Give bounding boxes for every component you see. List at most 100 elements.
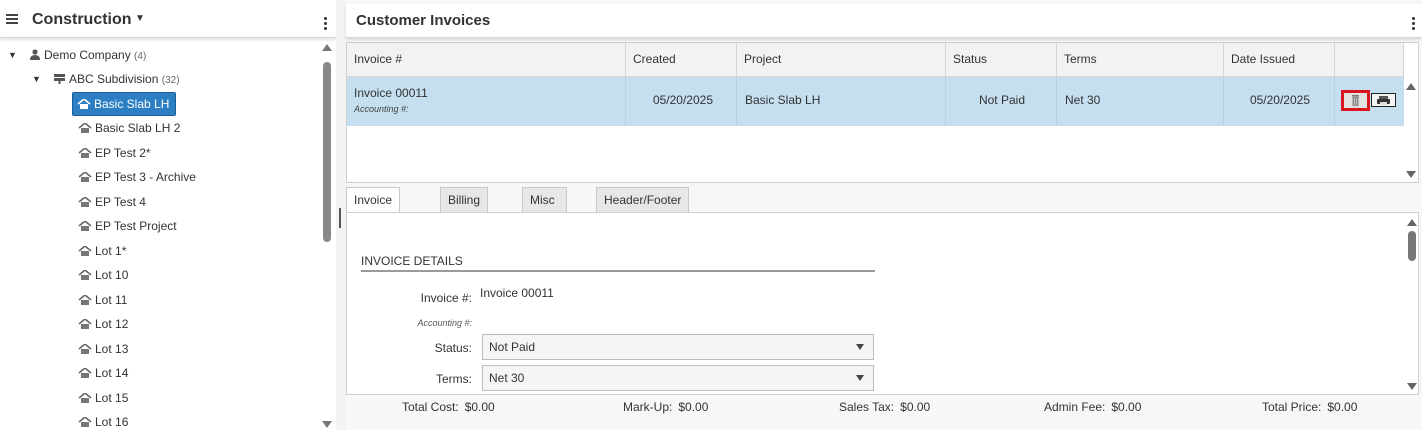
delete-invoice-button[interactable] <box>1341 90 1370 111</box>
total-cost-label: Total Cost: <box>402 400 459 414</box>
house-icon <box>78 368 92 378</box>
scroll-down-icon[interactable] <box>1406 171 1416 178</box>
tree-node-basic-slab-lh-2[interactable]: Basic Slab LH 2 <box>78 117 180 139</box>
tree-panel-header: Construction ▼ <box>0 4 336 38</box>
tree-node-label: Lot 1* <box>95 244 127 258</box>
invoices-panel-header: Customer Invoices <box>346 4 1422 38</box>
status-value: Not Paid <box>978 93 1025 107</box>
scroll-up-icon[interactable] <box>1406 83 1416 90</box>
house-icon <box>78 393 92 403</box>
scroll-down-icon[interactable] <box>1407 383 1417 390</box>
cell-status: Not Paid <box>946 77 1057 126</box>
tab-invoice-details[interactable]: Invoice Details <box>346 187 401 231</box>
terms-value: Net 30 <box>1065 93 1101 107</box>
scroll-down-icon[interactable] <box>322 421 332 428</box>
sales-tax: Sales Tax: $0.00 <box>839 400 930 414</box>
project-tree-panel: Construction ▼ ▼ Demo Company (4) ▼ ABC … <box>0 0 336 430</box>
column-header-status[interactable]: Status <box>946 43 1057 77</box>
table-row[interactable]: Invoice 00011 Accounting #: 05/20/2025 B… <box>347 77 1404 126</box>
print-invoice-button[interactable] <box>1371 93 1396 107</box>
house-icon <box>78 417 92 427</box>
column-header-terms[interactable]: Terms <box>1057 43 1224 77</box>
admin-fee-value: $0.00 <box>1111 400 1142 414</box>
mark-up-value: $0.00 <box>678 400 709 414</box>
invoice-number-value: Invoice 00011 <box>480 286 554 300</box>
column-header-created[interactable]: Created <box>626 43 737 77</box>
invoice-number-label: Invoice #: <box>420 291 472 305</box>
house-icon <box>78 246 92 256</box>
tree-node-demo-company[interactable]: ▼ Demo Company (4) <box>8 44 146 66</box>
details-scrollbar[interactable] <box>1405 213 1419 394</box>
sales-tax-value: $0.00 <box>900 400 931 414</box>
tree-node-abc-subdivision[interactable]: ▼ ABC Subdivision (32) <box>32 68 180 90</box>
tree-node-label: Lot 13 <box>95 342 129 356</box>
invoice-details-panel: INVOICE DETAILS Invoice #: Invoice 00011… <box>346 212 1419 395</box>
tree-node-label: Lot 16 <box>95 415 129 429</box>
tab-billing-items[interactable]: Billing Items <box>440 187 489 231</box>
tree-node-label: Lot 10 <box>95 268 129 282</box>
tab-misc-items[interactable]: Misc Items <box>522 187 568 231</box>
house-icon <box>78 197 92 207</box>
invoice-totals: Total Cost: $0.00 Mark-Up: $0.00 Sales Tax… <box>346 397 1422 419</box>
total-cost-value: $0.00 <box>464 400 495 414</box>
house-icon <box>78 221 92 231</box>
tree-node-lot-1[interactable]: Lot 1* <box>78 240 126 262</box>
tree-node-ep-test-2[interactable]: EP Test 2* <box>78 142 151 164</box>
cell-project: Basic Slab LH <box>737 77 946 126</box>
total-price-label: Total Price: <box>1262 400 1322 414</box>
grid-scrollbar[interactable] <box>1404 77 1418 182</box>
total-price: Total Price: $0.00 <box>1262 400 1357 414</box>
invoices-grid: Invoice # Created Project Status Terms D… <box>346 42 1419 183</box>
tree-node-lot-12[interactable]: Lot 12 <box>78 313 128 335</box>
hamburger-menu-icon[interactable] <box>6 12 18 26</box>
printer-icon <box>1377 96 1390 105</box>
terms-select[interactable]: Net 30 <box>482 365 874 391</box>
tree-node-lot-14[interactable]: Lot 14 <box>78 362 128 384</box>
accounting-number-label: Accounting #: <box>417 318 472 328</box>
tree-panel-kebab-icon[interactable] <box>324 17 328 32</box>
tree-node-ep-test-3-archive[interactable]: EP Test 3 - Archive <box>78 166 196 188</box>
tree-node-lot-10[interactable]: Lot 10 <box>78 264 128 286</box>
tree-node-count: (4) <box>134 51 147 62</box>
scroll-thumb[interactable] <box>323 62 331 242</box>
mark-up-label: Mark-Up: <box>623 400 673 414</box>
tree-panel-title[interactable]: Construction <box>32 11 132 29</box>
tree-node-label: EP Test 4 <box>95 195 146 209</box>
expand-toggle-icon[interactable]: ▼ <box>8 44 17 66</box>
scroll-up-icon[interactable] <box>1407 219 1417 226</box>
tree-node-lot-11[interactable]: Lot 11 <box>78 289 127 311</box>
invoices-panel-kebab-icon[interactable] <box>1412 17 1416 32</box>
column-header-date-issued[interactable]: Date Issued <box>1224 43 1335 77</box>
tree-node-lot-13[interactable]: Lot 13 <box>78 338 128 360</box>
house-icon <box>78 295 92 305</box>
column-header-invoice[interactable]: Invoice # <box>347 43 626 77</box>
scroll-thumb[interactable] <box>1408 231 1416 261</box>
tree-node-ep-test-4[interactable]: EP Test 4 <box>78 191 146 213</box>
tree-node-ep-test-project[interactable]: EP Test Project <box>78 215 177 237</box>
sign-icon <box>54 69 65 84</box>
expand-toggle-icon[interactable]: ▼ <box>32 68 41 90</box>
tree-node-basic-slab-lh[interactable]: Basic Slab LH <box>72 92 177 116</box>
caret-down-icon[interactable]: ▼ <box>135 13 145 24</box>
house-icon <box>78 319 92 329</box>
splitter-grip-icon[interactable] <box>339 208 341 228</box>
column-header-project[interactable]: Project <box>737 43 946 77</box>
person-icon <box>30 45 40 60</box>
tree-node-lot-15[interactable]: Lot 15 <box>78 387 128 409</box>
scroll-up-icon[interactable] <box>322 44 332 51</box>
tree-node-label: EP Test 3 - Archive <box>95 170 196 184</box>
tab-header-footer[interactable]: Header/Footer <box>596 187 690 213</box>
total-cost: Total Cost: $0.00 <box>402 400 495 414</box>
project-tree: ▼ Demo Company (4) ▼ ABC Subdivision (32… <box>0 42 320 430</box>
admin-fee-label: Admin Fee: <box>1044 400 1106 414</box>
date-issued-value: 05/20/2025 <box>1249 93 1310 107</box>
house-icon <box>78 344 92 354</box>
status-select[interactable]: Not Paid <box>482 334 874 360</box>
cell-invoice: Invoice 00011 Accounting #: <box>347 77 626 126</box>
status-select-value: Not Paid <box>489 340 536 354</box>
tree-node-lot-16[interactable]: Lot 16 <box>78 411 128 430</box>
section-title: INVOICE DETAILS <box>361 254 875 272</box>
panel-splitter[interactable] <box>336 0 346 430</box>
sales-tax-label: Sales Tax: <box>839 400 895 414</box>
tree-scrollbar[interactable] <box>320 42 334 430</box>
